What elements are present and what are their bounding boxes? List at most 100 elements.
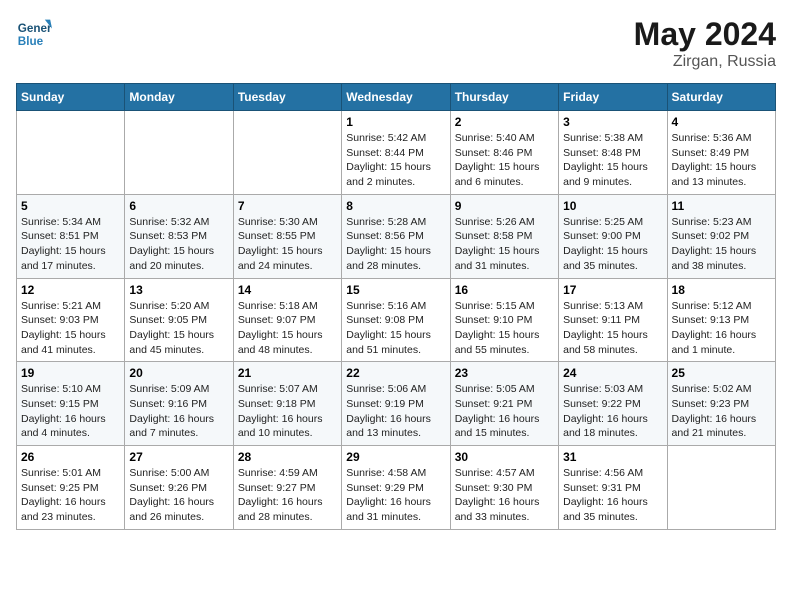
day-number: 29: [346, 450, 445, 464]
day-info: Sunrise: 5:01 AM Sunset: 9:25 PM Dayligh…: [21, 466, 120, 525]
weekday-header-thursday: Thursday: [450, 84, 558, 111]
day-number: 4: [672, 115, 771, 129]
day-number: 21: [238, 366, 337, 380]
day-info: Sunrise: 5:05 AM Sunset: 9:21 PM Dayligh…: [455, 382, 554, 441]
calendar-cell: 4 Sunrise: 5:36 AM Sunset: 8:49 PM Daylig…: [667, 111, 775, 195]
day-info: Sunrise: 5:00 AM Sunset: 9:26 PM Dayligh…: [129, 466, 228, 525]
day-number: 10: [563, 199, 662, 213]
day-number: 14: [238, 283, 337, 297]
day-number: 20: [129, 366, 228, 380]
day-info: Sunrise: 5:07 AM Sunset: 9:18 PM Dayligh…: [238, 382, 337, 441]
weekday-header-monday: Monday: [125, 84, 233, 111]
day-number: 7: [238, 199, 337, 213]
calendar-cell: 13 Sunrise: 5:20 AM Sunset: 9:05 PM Dayli…: [125, 278, 233, 362]
calendar-cell: 19 Sunrise: 5:10 AM Sunset: 9:15 PM Dayli…: [17, 362, 125, 446]
calendar-cell: [667, 446, 775, 530]
day-number: 3: [563, 115, 662, 129]
day-number: 18: [672, 283, 771, 297]
calendar-cell: [17, 111, 125, 195]
calendar-cell: 29 Sunrise: 4:58 AM Sunset: 9:29 PM Dayli…: [342, 446, 450, 530]
day-number: 15: [346, 283, 445, 297]
calendar-cell: 16Sunrise: 5:15 AM Sunset: 9:10 PM Dayli…: [450, 278, 558, 362]
day-info: Sunrise: 5:03 AM Sunset: 9:22 PM Dayligh…: [563, 382, 662, 441]
week-row-1: 1Sunrise: 5:42 AM Sunset: 8:44 PM Daylig…: [17, 111, 776, 195]
calendar-cell: [125, 111, 233, 195]
day-number: 28: [238, 450, 337, 464]
day-number: 25: [672, 366, 771, 380]
calendar-cell: 11 Sunrise: 5:23 AM Sunset: 9:02 PM Dayli…: [667, 194, 775, 278]
calendar-cell: 5Sunrise: 5:34 AM Sunset: 8:51 PM Daylig…: [17, 194, 125, 278]
location-title: Zirgan, Russia: [634, 53, 776, 71]
calendar-cell: 26 Sunrise: 5:01 AM Sunset: 9:25 PM Dayli…: [17, 446, 125, 530]
day-info: Sunrise: 5:16 AM Sunset: 9:08 PM Dayligh…: [346, 299, 445, 358]
day-number: 9: [455, 199, 554, 213]
day-number: 30: [455, 450, 554, 464]
calendar-cell: 24 Sunrise: 5:03 AM Sunset: 9:22 PM Dayli…: [559, 362, 667, 446]
day-info: Sunrise: 5:23 AM Sunset: 9:02 PM Dayligh…: [672, 215, 771, 274]
calendar-cell: 1Sunrise: 5:42 AM Sunset: 8:44 PM Daylig…: [342, 111, 450, 195]
day-number: 12: [21, 283, 120, 297]
day-number: 6: [129, 199, 228, 213]
day-info: Sunrise: 5:15 AM Sunset: 9:10 PM Dayligh…: [455, 299, 554, 358]
day-info: Sunrise: 5:09 AM Sunset: 9:16 PM Dayligh…: [129, 382, 228, 441]
day-info: Sunrise: 5:18 AM Sunset: 9:07 PM Dayligh…: [238, 299, 337, 358]
day-number: 27: [129, 450, 228, 464]
day-number: 17: [563, 283, 662, 297]
page-header: General Blue May 2024 Zirgan, Russia: [16, 16, 776, 71]
day-info: Sunrise: 4:58 AM Sunset: 9:29 PM Dayligh…: [346, 466, 445, 525]
day-number: 23: [455, 366, 554, 380]
day-info: Sunrise: 5:26 AM Sunset: 8:58 PM Dayligh…: [455, 215, 554, 274]
week-row-5: 26 Sunrise: 5:01 AM Sunset: 9:25 PM Dayli…: [17, 446, 776, 530]
weekday-header-row: SundayMondayTuesdayWednesdayThursdayFrid…: [17, 84, 776, 111]
calendar-cell: 30 Sunrise: 4:57 AM Sunset: 9:30 PM Dayli…: [450, 446, 558, 530]
calendar-cell: 25Sunrise: 5:02 AM Sunset: 9:23 PM Dayli…: [667, 362, 775, 446]
day-info: Sunrise: 5:38 AM Sunset: 8:48 PM Dayligh…: [563, 131, 662, 190]
day-info: Sunrise: 5:25 AM Sunset: 9:00 PM Dayligh…: [563, 215, 662, 274]
title-block: May 2024 Zirgan, Russia: [634, 16, 776, 71]
calendar-cell: 6 Sunrise: 5:32 AM Sunset: 8:53 PM Daylig…: [125, 194, 233, 278]
day-number: 24: [563, 366, 662, 380]
day-info: Sunrise: 5:40 AM Sunset: 8:46 PM Dayligh…: [455, 131, 554, 190]
day-info: Sunrise: 5:21 AM Sunset: 9:03 PM Dayligh…: [21, 299, 120, 358]
day-number: 11: [672, 199, 771, 213]
calendar-cell: 12 Sunrise: 5:21 AM Sunset: 9:03 PM Dayli…: [17, 278, 125, 362]
calendar-table: SundayMondayTuesdayWednesdayThursdayFrid…: [16, 83, 776, 530]
day-info: Sunrise: 5:32 AM Sunset: 8:53 PM Dayligh…: [129, 215, 228, 274]
weekday-header-wednesday: Wednesday: [342, 84, 450, 111]
svg-text:General: General: [18, 22, 52, 35]
day-info: Sunrise: 5:42 AM Sunset: 8:44 PM Dayligh…: [346, 131, 445, 190]
day-number: 31: [563, 450, 662, 464]
calendar-cell: 23 Sunrise: 5:05 AM Sunset: 9:21 PM Dayli…: [450, 362, 558, 446]
calendar-cell: 10 Sunrise: 5:25 AM Sunset: 9:00 PM Dayli…: [559, 194, 667, 278]
calendar-cell: 27 Sunrise: 5:00 AM Sunset: 9:26 PM Dayli…: [125, 446, 233, 530]
day-info: Sunrise: 5:12 AM Sunset: 9:13 PM Dayligh…: [672, 299, 771, 358]
calendar-cell: 18 Sunrise: 5:12 AM Sunset: 9:13 PM Dayli…: [667, 278, 775, 362]
week-row-4: 19 Sunrise: 5:10 AM Sunset: 9:15 PM Dayli…: [17, 362, 776, 446]
logo-icon: General Blue: [16, 16, 52, 52]
day-info: Sunrise: 4:57 AM Sunset: 9:30 PM Dayligh…: [455, 466, 554, 525]
calendar-cell: 17 Sunrise: 5:13 AM Sunset: 9:11 PM Dayli…: [559, 278, 667, 362]
day-number: 22: [346, 366, 445, 380]
calendar-cell: 8Sunrise: 5:28 AM Sunset: 8:56 PM Daylig…: [342, 194, 450, 278]
calendar-cell: 15 Sunrise: 5:16 AM Sunset: 9:08 PM Dayli…: [342, 278, 450, 362]
week-row-2: 5Sunrise: 5:34 AM Sunset: 8:51 PM Daylig…: [17, 194, 776, 278]
calendar-cell: 28 Sunrise: 4:59 AM Sunset: 9:27 PM Dayli…: [233, 446, 341, 530]
day-info: Sunrise: 4:56 AM Sunset: 9:31 PM Dayligh…: [563, 466, 662, 525]
day-number: 13: [129, 283, 228, 297]
day-number: 5: [21, 199, 120, 213]
calendar-cell: [233, 111, 341, 195]
day-info: Sunrise: 5:30 AM Sunset: 8:55 PM Dayligh…: [238, 215, 337, 274]
day-info: Sunrise: 5:20 AM Sunset: 9:05 PM Dayligh…: [129, 299, 228, 358]
day-number: 19: [21, 366, 120, 380]
day-info: Sunrise: 5:13 AM Sunset: 9:11 PM Dayligh…: [563, 299, 662, 358]
calendar-cell: 14 Sunrise: 5:18 AM Sunset: 9:07 PM Dayli…: [233, 278, 341, 362]
weekday-header-tuesday: Tuesday: [233, 84, 341, 111]
month-title: May 2024: [634, 16, 776, 53]
day-info: Sunrise: 5:10 AM Sunset: 9:15 PM Dayligh…: [21, 382, 120, 441]
day-info: Sunrise: 5:36 AM Sunset: 8:49 PM Dayligh…: [672, 131, 771, 190]
day-info: Sunrise: 4:59 AM Sunset: 9:27 PM Dayligh…: [238, 466, 337, 525]
calendar-cell: 3 Sunrise: 5:38 AM Sunset: 8:48 PM Daylig…: [559, 111, 667, 195]
day-number: 26: [21, 450, 120, 464]
weekday-header-saturday: Saturday: [667, 84, 775, 111]
calendar-cell: 20 Sunrise: 5:09 AM Sunset: 9:16 PM Dayli…: [125, 362, 233, 446]
